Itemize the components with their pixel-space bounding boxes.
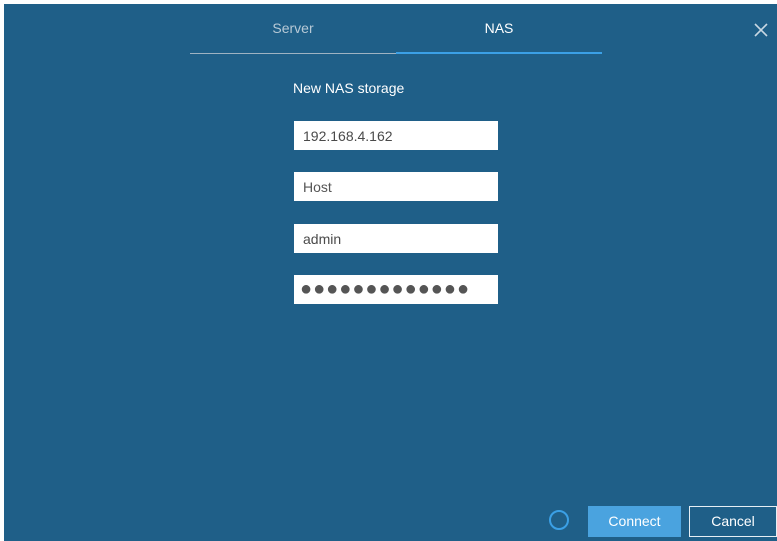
nas-storage-dialog: Server NAS New NAS storage Connect Cance… xyxy=(4,4,777,541)
cancel-button[interactable]: Cancel xyxy=(689,506,777,537)
close-button[interactable] xyxy=(751,20,771,40)
username-input[interactable] xyxy=(294,224,498,253)
loading-spinner-icon xyxy=(549,510,569,530)
connect-button[interactable]: Connect xyxy=(588,506,681,537)
tab-server[interactable]: Server xyxy=(190,4,396,54)
password-input[interactable] xyxy=(294,275,498,304)
nas-address-input[interactable] xyxy=(294,121,498,150)
tab-bar: Server NAS xyxy=(190,4,602,54)
tab-nas[interactable]: NAS xyxy=(396,4,602,54)
close-icon xyxy=(754,23,768,37)
section-title: New NAS storage xyxy=(293,80,405,96)
host-input[interactable] xyxy=(294,172,498,201)
